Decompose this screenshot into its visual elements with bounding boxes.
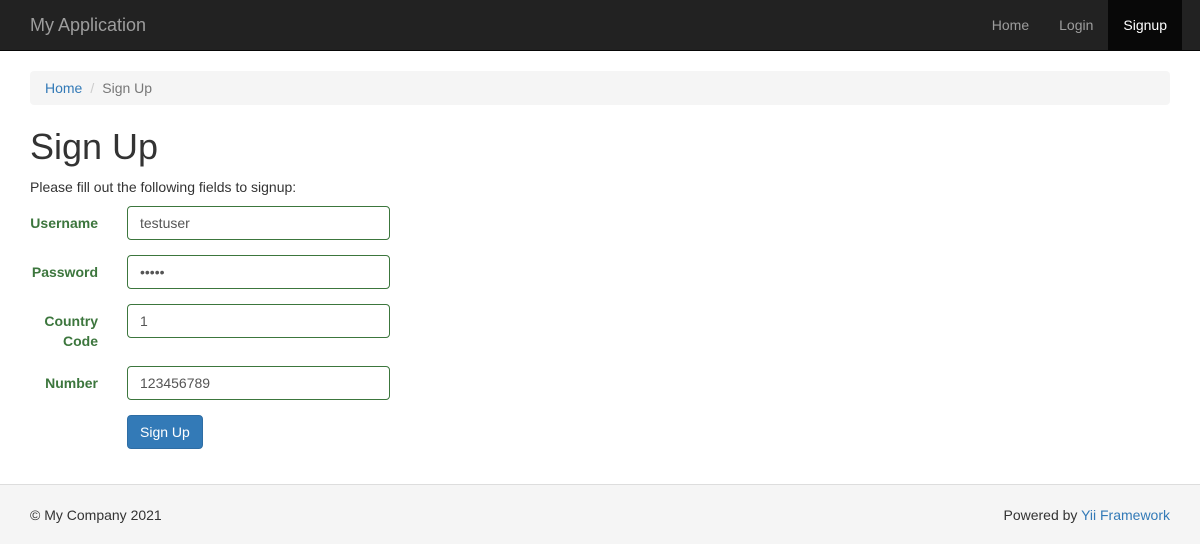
nav-item-login[interactable]: Login bbox=[1044, 0, 1108, 50]
number-label: Number bbox=[45, 375, 98, 391]
number-input[interactable] bbox=[127, 366, 390, 400]
password-input[interactable] bbox=[127, 255, 390, 289]
country-code-label: Country Code bbox=[44, 313, 98, 349]
breadcrumb-separator: / bbox=[90, 80, 95, 96]
country-code-input[interactable] bbox=[127, 304, 390, 338]
powered-by-text: Powered by bbox=[1003, 507, 1078, 523]
navbar: My Application Home Login Signup bbox=[0, 0, 1200, 51]
breadcrumb: Home / Sign Up bbox=[30, 71, 1170, 105]
signup-button[interactable]: Sign Up bbox=[127, 415, 203, 449]
page-title: Sign Up bbox=[30, 126, 159, 167]
password-label: Password bbox=[31, 264, 98, 280]
nav-item-home[interactable]: Home bbox=[977, 0, 1044, 50]
username-label: Username bbox=[30, 215, 98, 231]
yii-framework-link[interactable]: Yii Framework bbox=[1081, 507, 1170, 523]
brand-link[interactable]: My Application bbox=[30, 15, 146, 35]
breadcrumb-home-link[interactable]: Home bbox=[45, 80, 82, 96]
nav-item-signup[interactable]: Signup bbox=[1108, 0, 1182, 50]
breadcrumb-current: Sign Up bbox=[102, 80, 153, 96]
copyright-text: © My Company 2021 bbox=[30, 507, 162, 523]
nav-menu: Home Login Signup bbox=[977, 0, 1182, 50]
footer: © My Company 2021 Powered by Yii Framewo… bbox=[0, 484, 1200, 544]
username-input[interactable] bbox=[127, 206, 390, 240]
powered-by: Powered by Yii Framework bbox=[1003, 507, 1170, 523]
intro-text: Please fill out the following fields to … bbox=[30, 179, 297, 195]
